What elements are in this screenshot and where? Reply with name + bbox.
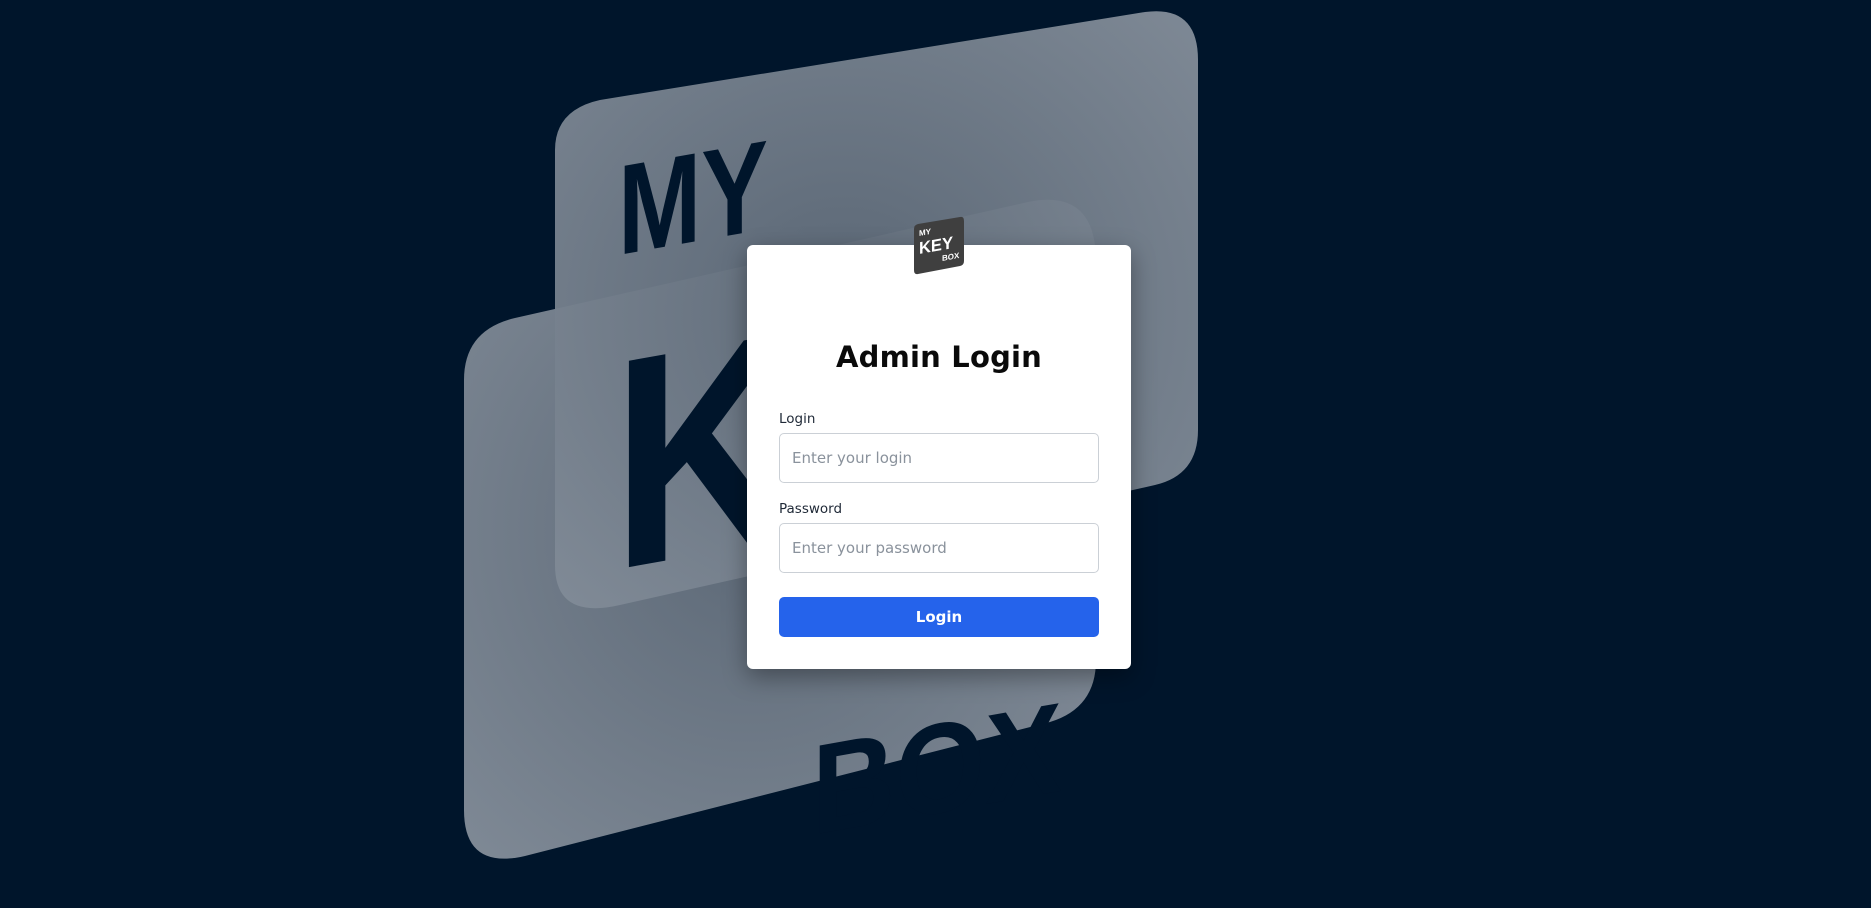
login-label: Login [779, 411, 816, 427]
password-input[interactable] [779, 523, 1099, 573]
login-button[interactable]: Login [779, 597, 1099, 637]
login-page: MY KEY BOX MY KEY BOX Admin Login Login … [0, 0, 1871, 908]
page-title: Admin Login [835, 340, 1043, 374]
login-card: MY KEY BOX Admin Login Login Password Lo… [747, 216, 1131, 669]
login-input[interactable] [779, 433, 1099, 483]
watermark-line1: MY [618, 113, 768, 282]
password-label: Password [779, 501, 843, 517]
mykeybox-logo-icon: MY KEY BOX [914, 216, 964, 275]
